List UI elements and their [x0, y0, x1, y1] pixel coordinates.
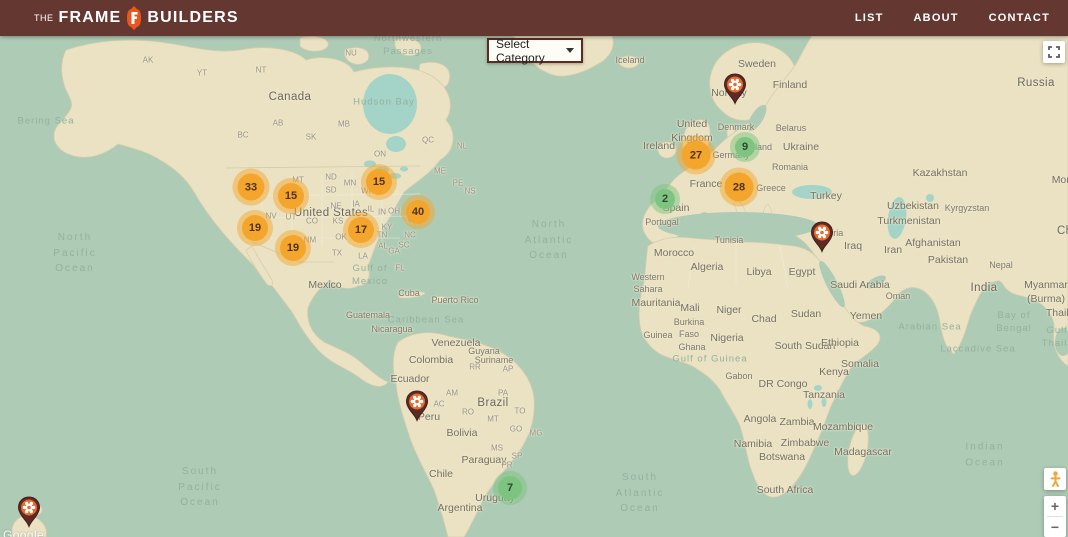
- location-pin[interactable]: [17, 496, 41, 528]
- fullscreen-icon: [1048, 46, 1060, 58]
- brand-builders: BUILDERS: [147, 9, 239, 26]
- cluster-marker[interactable]: 19: [242, 215, 268, 241]
- fullscreen-button[interactable]: [1043, 41, 1065, 63]
- cluster-marker[interactable]: 19: [280, 235, 306, 261]
- nav-item-list[interactable]: LIST: [855, 12, 884, 24]
- google-logo[interactable]: Google: [3, 528, 44, 537]
- cluster-marker[interactable]: 40: [406, 200, 430, 224]
- cluster-marker[interactable]: 28: [724, 172, 754, 202]
- category-select-value: Select Category: [496, 36, 545, 65]
- cluster-marker[interactable]: 27: [681, 140, 711, 170]
- brand-badge-icon: [126, 6, 142, 30]
- cluster-marker[interactable]: 15: [278, 183, 304, 209]
- map-terrain: [11, 36, 1068, 537]
- main-nav: LIST ABOUT CONTACT: [855, 12, 1054, 24]
- location-pin[interactable]: [723, 73, 747, 105]
- header: THE FRAME BUILDERS LIST ABOUT CONTACT: [0, 0, 1068, 36]
- nav-item-contact[interactable]: CONTACT: [989, 12, 1050, 24]
- cluster-marker[interactable]: 15: [366, 169, 392, 195]
- cluster-marker[interactable]: 2: [655, 189, 675, 209]
- location-pin[interactable]: [810, 221, 834, 253]
- map-canvas[interactable]: Canada United States Mexico Guatemala Nicara…: [0, 36, 1068, 537]
- pegman-button[interactable]: [1044, 468, 1066, 490]
- nav-item-about[interactable]: ABOUT: [914, 12, 959, 24]
- cluster-marker[interactable]: 7: [498, 476, 522, 500]
- cluster-marker[interactable]: 17: [348, 217, 374, 243]
- zoom-control: + −: [1044, 496, 1066, 537]
- category-select[interactable]: Select Category: [487, 36, 583, 65]
- brand-the: THE: [34, 13, 54, 23]
- brand-frame: FRAME: [58, 9, 122, 26]
- zoom-out-button[interactable]: −: [1044, 517, 1066, 537]
- chevron-down-icon: [566, 48, 574, 53]
- zoom-in-button[interactable]: +: [1044, 496, 1066, 516]
- cluster-marker[interactable]: 33: [237, 173, 265, 201]
- brand-logo[interactable]: THE FRAME BUILDERS: [34, 6, 239, 30]
- location-pin[interactable]: [405, 390, 429, 422]
- cluster-marker[interactable]: 9: [735, 137, 755, 157]
- pegman-icon: [1050, 471, 1060, 487]
